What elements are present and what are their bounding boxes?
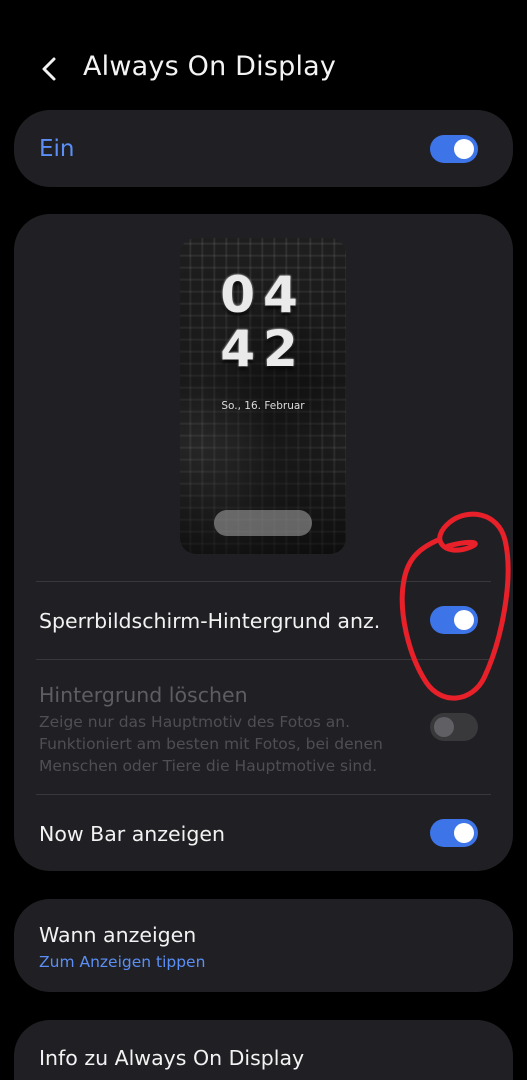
toggle-knob [454, 823, 474, 843]
when-to-show-value: Zum Anzeigen tippen [39, 953, 206, 971]
divider [36, 581, 491, 582]
setting-label: Sperrbildschirm-Hintergrund anz. [39, 609, 381, 633]
chevron-left-icon [42, 57, 56, 81]
toggle-knob [454, 610, 474, 630]
page-title: Always On Display [83, 51, 337, 82]
about-aod-title: Info zu Always On Display [39, 1046, 305, 1070]
setting-description: Zeige nur das Hauptmotiv des Fotos an. F… [39, 713, 383, 775]
master-toggle-label: Ein [39, 136, 75, 162]
master-toggle[interactable] [430, 135, 478, 163]
master-toggle-card[interactable]: Ein [14, 110, 513, 187]
back-button[interactable] [34, 52, 64, 86]
aod-preview[interactable]: 04 42 So., 16. Februar [180, 238, 346, 554]
preview-clock-minute: 42 [220, 320, 306, 378]
setting-label: Now Bar anzeigen [39, 822, 225, 846]
preview-clock-hour: 04 [220, 266, 306, 324]
preview-date: So., 16. Februar [221, 400, 305, 412]
lockscreen-bg-toggle[interactable] [430, 606, 478, 634]
preview-now-bar [214, 510, 312, 536]
when-to-show-card[interactable]: Wann anzeigen Zum Anzeigen tippen [14, 899, 513, 992]
when-to-show-title: Wann anzeigen [39, 923, 197, 947]
preferences-card: 04 42 So., 16. Februar Sperrbildschirm-H… [14, 214, 513, 871]
aod-settings-page: Always On Display Ein 04 42 So., 16. Feb… [0, 0, 527, 1080]
remove-bg-toggle[interactable] [430, 713, 478, 741]
setting-label: Hintergrund löschen [39, 683, 248, 707]
about-aod-card[interactable]: Info zu Always On Display [14, 1020, 513, 1080]
toggle-knob [434, 717, 454, 737]
toggle-knob [454, 139, 474, 159]
now-bar-toggle[interactable] [430, 819, 478, 847]
divider [36, 659, 491, 660]
divider [36, 794, 491, 795]
header: Always On Display [0, 40, 527, 100]
